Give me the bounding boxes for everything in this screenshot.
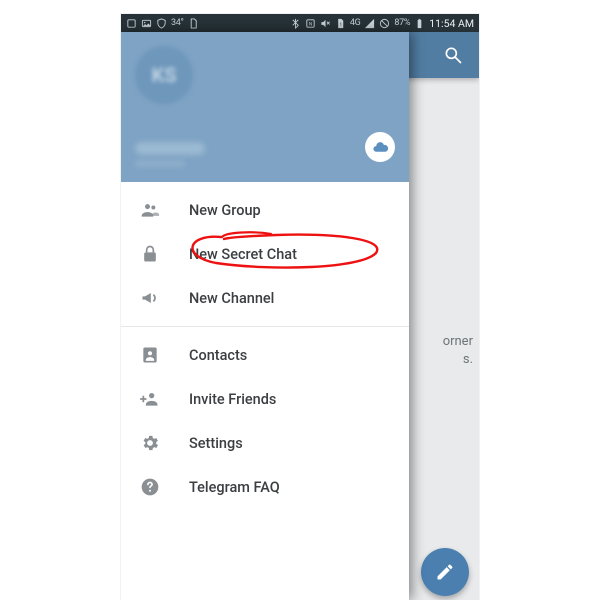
svg-text:N: N (309, 21, 312, 27)
sim2-icon: 1 (335, 18, 346, 29)
cloud-icon (372, 139, 389, 156)
status-battery-pct: 87% (394, 18, 410, 28)
group-icon (139, 199, 161, 221)
status-temp: 34° (171, 18, 184, 28)
status-network: 4G (350, 18, 361, 28)
sim-icon (188, 18, 199, 29)
no-sim-icon (379, 18, 390, 29)
compose-fab[interactable] (421, 548, 469, 596)
menu-item-telegram-faq[interactable]: Telegram FAQ (121, 465, 409, 509)
phone-frame: 34° N 1 4G 87% 11:54 AM (121, 14, 479, 600)
battery-icon (414, 18, 425, 29)
screenshot-icon (126, 18, 137, 29)
nfc-icon: N (305, 18, 316, 29)
drawer-menu: New Group New Secret Chat New Channel Co… (121, 182, 409, 509)
menu-item-contacts[interactable]: Contacts (121, 333, 409, 377)
menu-label: New Group (189, 202, 261, 219)
search-icon (443, 45, 463, 65)
status-time: 11:54 AM (429, 17, 474, 30)
profile-name-blurred (135, 142, 205, 155)
help-icon (139, 476, 161, 498)
menu-label: Telegram FAQ (189, 479, 280, 496)
menu-divider (121, 326, 409, 327)
shield-icon (156, 18, 167, 29)
menu-item-new-channel[interactable]: New Channel (121, 276, 409, 320)
menu-item-invite-friends[interactable]: Invite Friends (121, 377, 409, 421)
bluetooth-icon (290, 18, 301, 29)
contacts-icon (139, 344, 161, 366)
mute-icon (320, 18, 331, 29)
menu-label: Invite Friends (189, 391, 276, 408)
signal-icon (364, 18, 375, 29)
menu-item-settings[interactable]: Settings (121, 421, 409, 465)
drawer-header[interactable]: KS (121, 32, 409, 182)
megaphone-icon (139, 287, 161, 309)
menu-item-new-secret-chat[interactable]: New Secret Chat (121, 232, 409, 276)
settings-icon (139, 432, 161, 454)
menu-item-new-group[interactable]: New Group (121, 188, 409, 232)
svg-text:1: 1 (339, 21, 342, 27)
avatar: KS (135, 46, 193, 104)
status-bar: 34° N 1 4G 87% 11:54 AM (121, 14, 479, 32)
pencil-icon (435, 562, 455, 582)
search-button[interactable] (437, 39, 469, 71)
menu-label: New Secret Chat (189, 246, 297, 263)
menu-label: Settings (189, 435, 243, 452)
empty-hint: orner s. (443, 333, 473, 369)
profile-phone-blurred (135, 160, 185, 167)
menu-label: Contacts (189, 347, 247, 364)
saved-messages-button[interactable] (365, 132, 395, 162)
image-icon (141, 18, 152, 29)
menu-label: New Channel (189, 290, 274, 307)
navigation-drawer: KS New Group New Secret Chat (121, 32, 409, 600)
lock-icon (139, 243, 161, 265)
invite-icon (139, 388, 161, 410)
